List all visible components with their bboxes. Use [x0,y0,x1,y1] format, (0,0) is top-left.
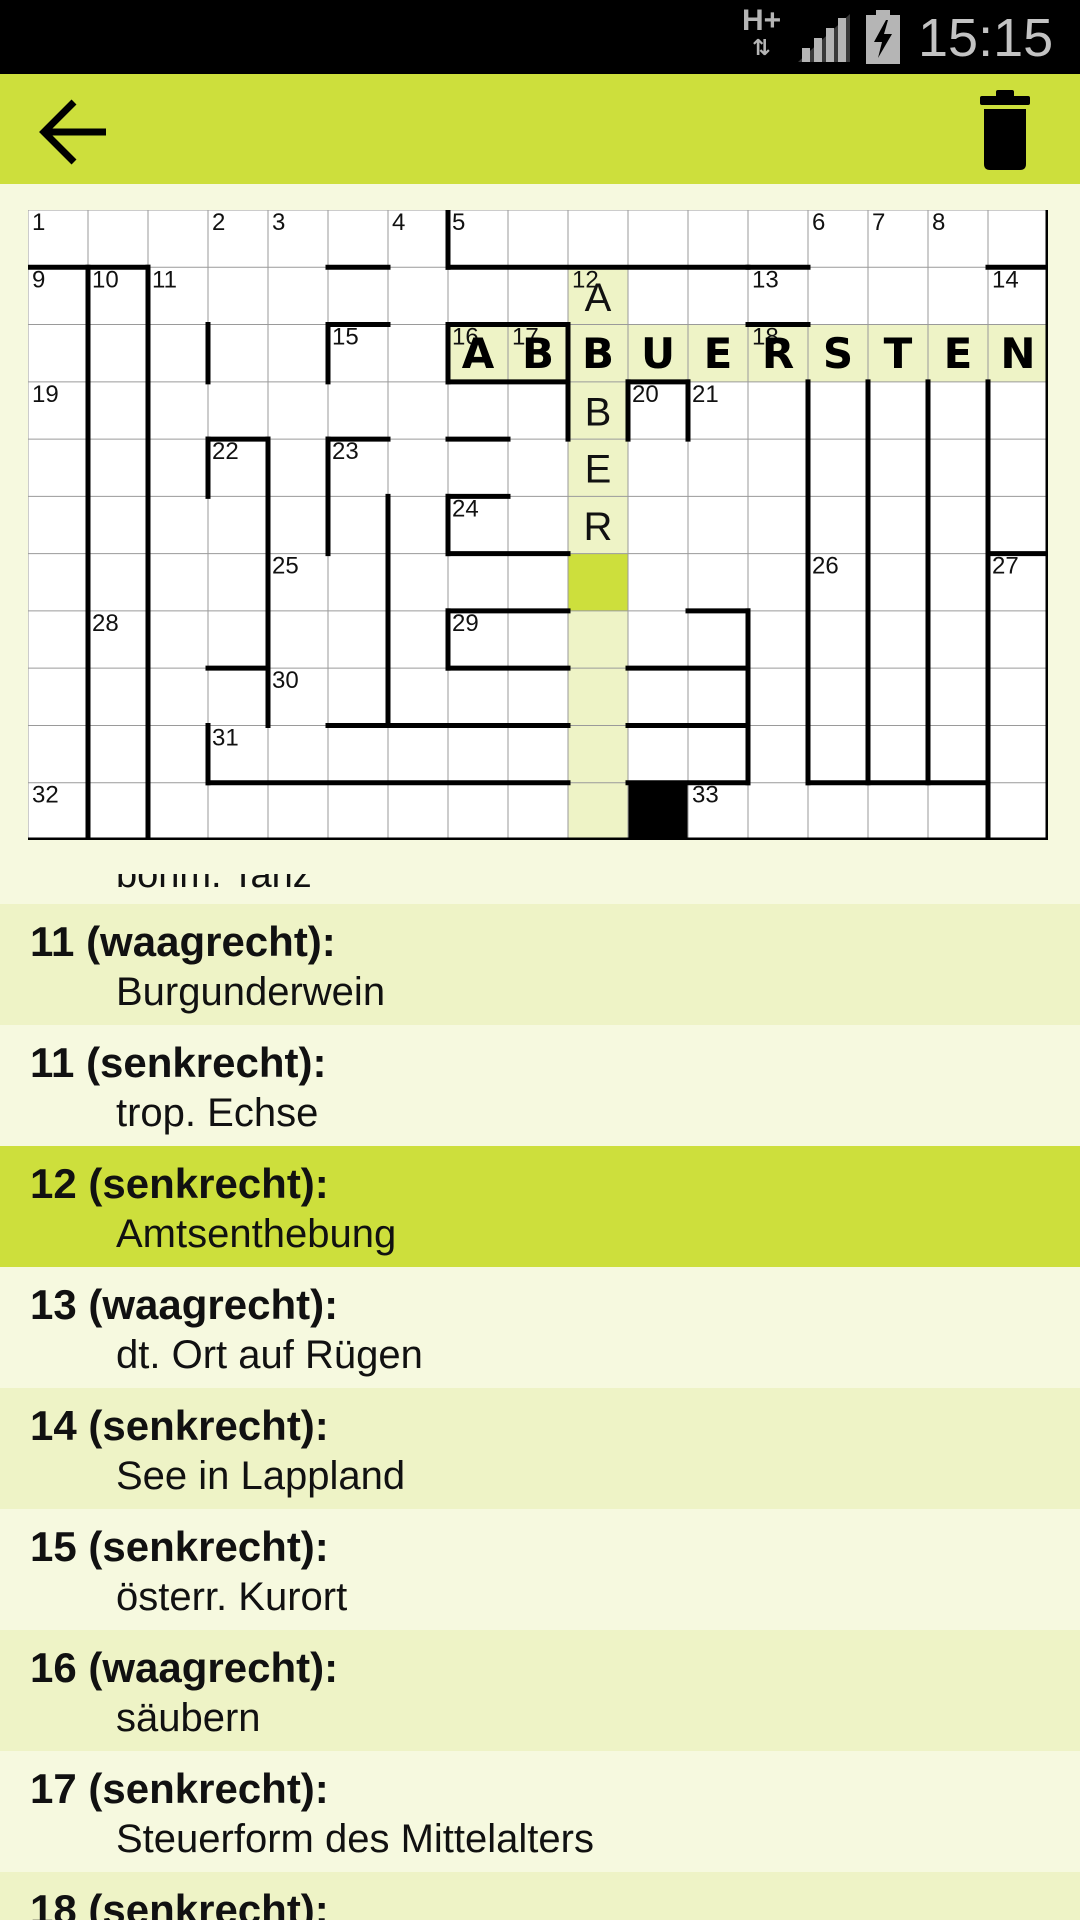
highlighted-cell[interactable] [568,782,628,840]
trash-icon [980,90,1030,170]
clue-heading: 14 (senkrecht): [30,1402,329,1449]
clue-number: 27 [992,553,1019,580]
black-cell[interactable] [628,782,688,840]
clue-number: 1 [32,210,45,236]
selected-cell[interactable] [568,553,628,611]
grid-letter: A [462,329,495,378]
signal-icon [798,14,850,62]
clue-text: österr. Kurort [116,1575,348,1619]
battery-charging-icon [866,10,900,64]
grid-letter: N [1000,329,1035,378]
clue-number: 26 [812,553,839,580]
clue-item[interactable]: 16 (waagrecht): säubern [0,1630,1080,1751]
clue-number: 30 [272,667,299,694]
grid-letter: S [823,329,853,378]
clue-number: 32 [32,782,59,809]
clue-text: säubern [116,1696,261,1740]
back-arrow-icon [39,99,106,165]
clue-number: 24 [452,495,479,522]
clue-item-partial[interactable]: böhm. Tanz [0,874,1080,904]
clue-number: 2 [212,210,225,236]
clue-heading: 13 (waagrecht): [30,1281,339,1328]
clue-item[interactable]: 17 (senkrecht): Steuerform des Mittelalt… [0,1751,1080,1872]
clue-number: 7 [872,210,885,236]
clue-number: 5 [452,210,465,236]
grid-letter: U [641,329,675,378]
network-type-label: H+ [742,4,782,37]
grid-letter: R [762,329,794,378]
grid-letter: E [944,329,973,378]
clue-heading: 12 (senkrecht): [30,1160,329,1207]
clue-text: Steuerform des Mittelalters [116,1817,594,1861]
clue-heading: 15 (senkrecht): [30,1523,329,1570]
clue-item[interactable]: 14 (senkrecht): See in Lappland [0,1388,1080,1509]
crossword-panel: 1 2 3 4 5 6 7 8 9 10 11 12 13 14 15 16 17 18 19 20 21 22 23 24 2… [0,184,1080,874]
clue-item[interactable]: 15 (senkrecht): österr. Kurort [0,1509,1080,1630]
clue-text: böhm. Tanz [116,874,312,896]
crossword-grid[interactable]: 1 2 3 4 5 6 7 8 9 10 11 12 13 14 15 16 17 18 19 20 21 22 23 24 2… [28,210,1048,840]
clue-item[interactable]: 11 (waagrecht): Burgunderwein [0,904,1080,1025]
app-bar [0,74,1080,184]
clue-heading: 11 (senkrecht): [30,1039,327,1086]
clue-item[interactable]: 13 (waagrecht): dt. Ort auf Rügen [0,1267,1080,1388]
data-activity-icon: ⇅ [752,36,771,61]
clue-number: 25 [272,553,299,580]
clue-list[interactable]: böhm. Tanz 11 (waagrecht): Burgunderwein… [0,874,1080,1920]
highlighted-cell[interactable] [568,668,628,726]
clue-number: 23 [332,438,359,465]
clue-number: 33 [692,782,719,809]
clue-number: 15 [332,324,359,351]
grid-letter: T [884,329,913,378]
clue-text: Burgunderwein [116,970,386,1014]
clock: 15:15 [918,8,1054,68]
clue-item[interactable]: 11 (senkrecht): trop. Echse [0,1025,1080,1146]
status-bar: H+ ⇅ 15:15 [0,0,1080,74]
grid-letter: B [585,390,612,434]
clue-number: 10 [92,266,119,293]
clue-number: 13 [752,266,779,293]
clue-heading: 16 (waagrecht): [30,1644,339,1691]
grid-letter: R [584,505,613,549]
clue-text: See in Lappland [116,1454,406,1498]
clue-number: 19 [32,381,59,408]
clue-item-selected[interactable]: 12 (senkrecht): Amtsenthebung [0,1146,1080,1267]
clue-text: dt. Ort auf Rügen [116,1333,423,1377]
clue-heading: 18 (senkrecht): [30,1886,329,1920]
grid-letter: B [582,329,614,378]
clue-number: 6 [812,210,825,236]
clue-number: 28 [92,610,119,637]
highlighted-cell[interactable] [568,725,628,783]
grid-letter: E [585,448,612,492]
delete-button[interactable] [960,88,1050,174]
grid-letter: E [704,329,733,378]
clue-number: 3 [272,210,285,236]
clue-number: 8 [932,210,945,236]
clue-number: 31 [212,724,239,751]
clue-number: 29 [452,610,479,637]
clue-number: 20 [632,381,659,408]
clue-number: 22 [212,438,239,465]
clue-text: trop. Echse [116,1091,319,1135]
clue-number: 9 [32,266,45,293]
clue-number: 21 [692,381,719,408]
clue-number: 14 [992,266,1019,293]
clue-heading: 11 (waagrecht): [30,918,336,965]
clue-heading: 17 (senkrecht): [30,1765,329,1812]
back-button[interactable] [30,92,120,172]
grid-letter: B [522,329,554,378]
clue-item[interactable]: 18 (senkrecht): [0,1872,1080,1920]
grid-letter: A [585,276,612,320]
clue-text: Amtsenthebung [116,1212,397,1256]
crossword-grid-svg[interactable]: 1 2 3 4 5 6 7 89 10 11 12 13 1415 16 17 1819 20 2122 23242… [28,210,1048,840]
clue-number: 11 [152,266,177,293]
clue-number: 4 [392,210,405,236]
highlighted-cell[interactable] [568,610,628,669]
